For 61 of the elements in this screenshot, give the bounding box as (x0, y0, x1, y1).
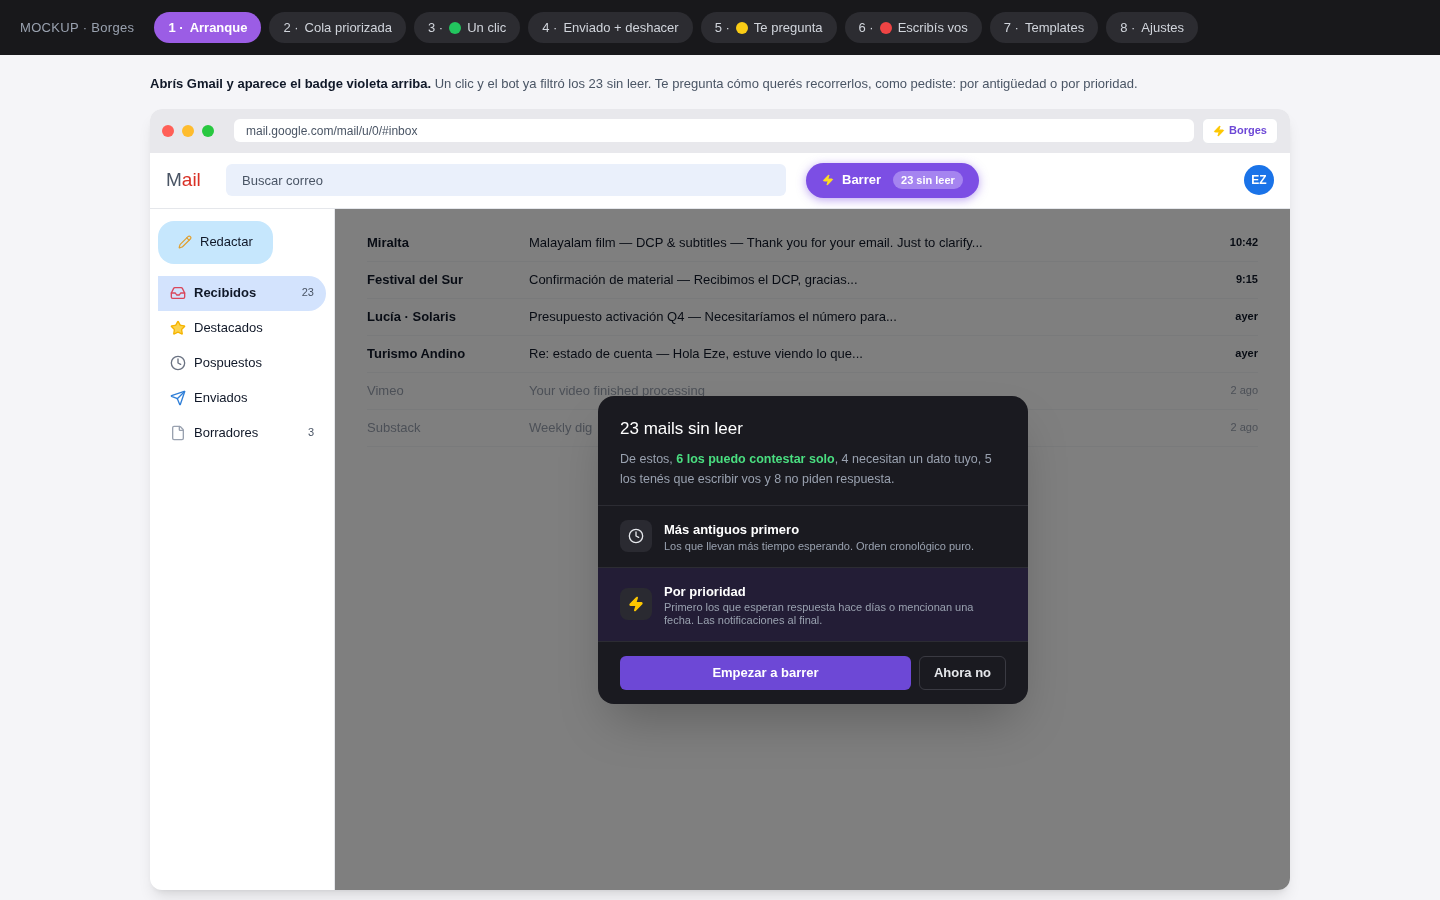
step-tab[interactable]: 2 · Cola priorizada (269, 12, 407, 43)
dialog-summary: De estos, 6 los puedo contestar solo, 4 necesitan un dato tuyo, 5 los tenés que escribir vos y 8 no piden respuesta. (620, 451, 993, 488)
pencil-icon (178, 235, 192, 249)
send-icon (170, 390, 186, 406)
sender: Miralta (367, 233, 410, 252)
extension-button[interactable]: Borges (1202, 117, 1278, 144)
step-tab[interactable]: 1 · Arranque (154, 12, 262, 43)
bolt-icon (1213, 124, 1226, 137)
clock-icon (628, 528, 644, 545)
compose-button[interactable]: Redactar (158, 220, 273, 264)
start-button[interactable]: Empezar a barrer (620, 656, 911, 690)
message-time: 9:15 (1235, 272, 1258, 288)
dismiss-button[interactable]: Ahora no (919, 656, 1006, 690)
message-row[interactable]: Festival del Sur Confirmación de material — Recibimos el DCP, gracias... 9:15 (367, 261, 1258, 299)
inbox-icon (170, 285, 186, 301)
option-description: Primero los que esperan respuesta hace días o mencionan una fecha. Las notificaciones al final. (664, 601, 975, 627)
folder-count: 23 (301, 284, 314, 300)
dialog-title: 23 mails sin leer (620, 417, 744, 440)
step-tab[interactable]: 3 · Un clic (414, 12, 521, 43)
message-row[interactable]: Miralta Malayalam film — DCP & subtitles — Thank you for your email. Just to clarify... 10:42 (367, 224, 1258, 262)
bolt-icon (822, 174, 834, 186)
step-tab[interactable]: 7 · Templates (989, 12, 1099, 43)
message-time: ayer (1235, 346, 1258, 362)
folder-item[interactable]: Borradores 3 (158, 415, 326, 451)
message-time: 10:42 (1229, 235, 1258, 251)
subject: Re: estado de cuenta — Hola Eze, estuve viendo lo que... (529, 344, 863, 363)
sender: Turismo Andino (367, 344, 467, 363)
sort-option[interactable]: Más antiguos primero Los que llevan más tiempo esperando. Orden cronológico puro. (598, 506, 1028, 568)
mail-logo: Mail (166, 167, 202, 192)
message-row[interactable]: Turismo Andino Re: estado de cuenta — Hola Eze, estuve viendo lo que... ayer (367, 335, 1258, 373)
folder-item[interactable]: Pospuestos (158, 345, 326, 381)
bolt-icon (628, 596, 644, 613)
option-description: Los que llevan más tiempo esperando. Orden cronológico puro. (664, 539, 975, 553)
search-field[interactable]: Buscar correo (226, 164, 786, 196)
option-title: Más antiguos primero (664, 521, 801, 539)
sender: Festival del Sur (367, 270, 465, 289)
sweep-button[interactable]: Barrer 23 sin leer (806, 162, 979, 198)
subject: Presupuesto activación Q4 — Necesitaríamos el número para... (529, 307, 897, 326)
clock-icon (170, 355, 186, 371)
step-tab[interactable]: 8 · Ajustes (1106, 12, 1198, 43)
folder-count: 3 (307, 424, 314, 440)
unread-badge: 23 sin leer (893, 170, 963, 190)
star-icon (170, 320, 186, 336)
avatar[interactable]: EZ (1244, 165, 1274, 195)
sender: Lucía · Solaris (367, 307, 457, 326)
subject: Malayalam film — DCP & subtitles — Thank you for your email. Just to clarify... (529, 233, 983, 252)
step-tab[interactable]: 6 · Escribís vos (844, 12, 982, 43)
folder-item[interactable]: Destacados (158, 310, 326, 346)
sort-option[interactable]: Por prioridad Primero los que esperan respuesta hace días o mencionan una fecha. Las notificaciones al final. (598, 567, 1028, 642)
step-tab[interactable]: 5 · Te pregunta (700, 12, 837, 43)
file-icon (170, 425, 186, 441)
folder-item[interactable]: Recibidos 23 (158, 275, 326, 311)
message-time: ayer (1235, 309, 1258, 325)
option-title: Por prioridad (664, 582, 747, 601)
message-row[interactable]: Lucía · Solaris Presupuesto activación Q4 — Necesitaríamos el número para... ayer (367, 298, 1258, 336)
step-tab[interactable]: 4 · Enviado + deshacer (528, 12, 693, 43)
subject: Confirmación de material — Recibimos el DCP, gracias... (529, 270, 858, 289)
brand-label: MOCKUP · Borges (20, 18, 135, 37)
address-bar[interactable]: mail.google.com/mail/u/0/#inbox (234, 119, 1195, 142)
folder-item[interactable]: Enviados (158, 380, 326, 416)
caption: Abrís Gmail y aparece el badge violeta arriba. Un clic y el bot ya filtró los 23 sin leer. Te pregunta cómo querés recorrerlos, como pediste: por antigüedad o por prioridad. (150, 75, 1139, 93)
